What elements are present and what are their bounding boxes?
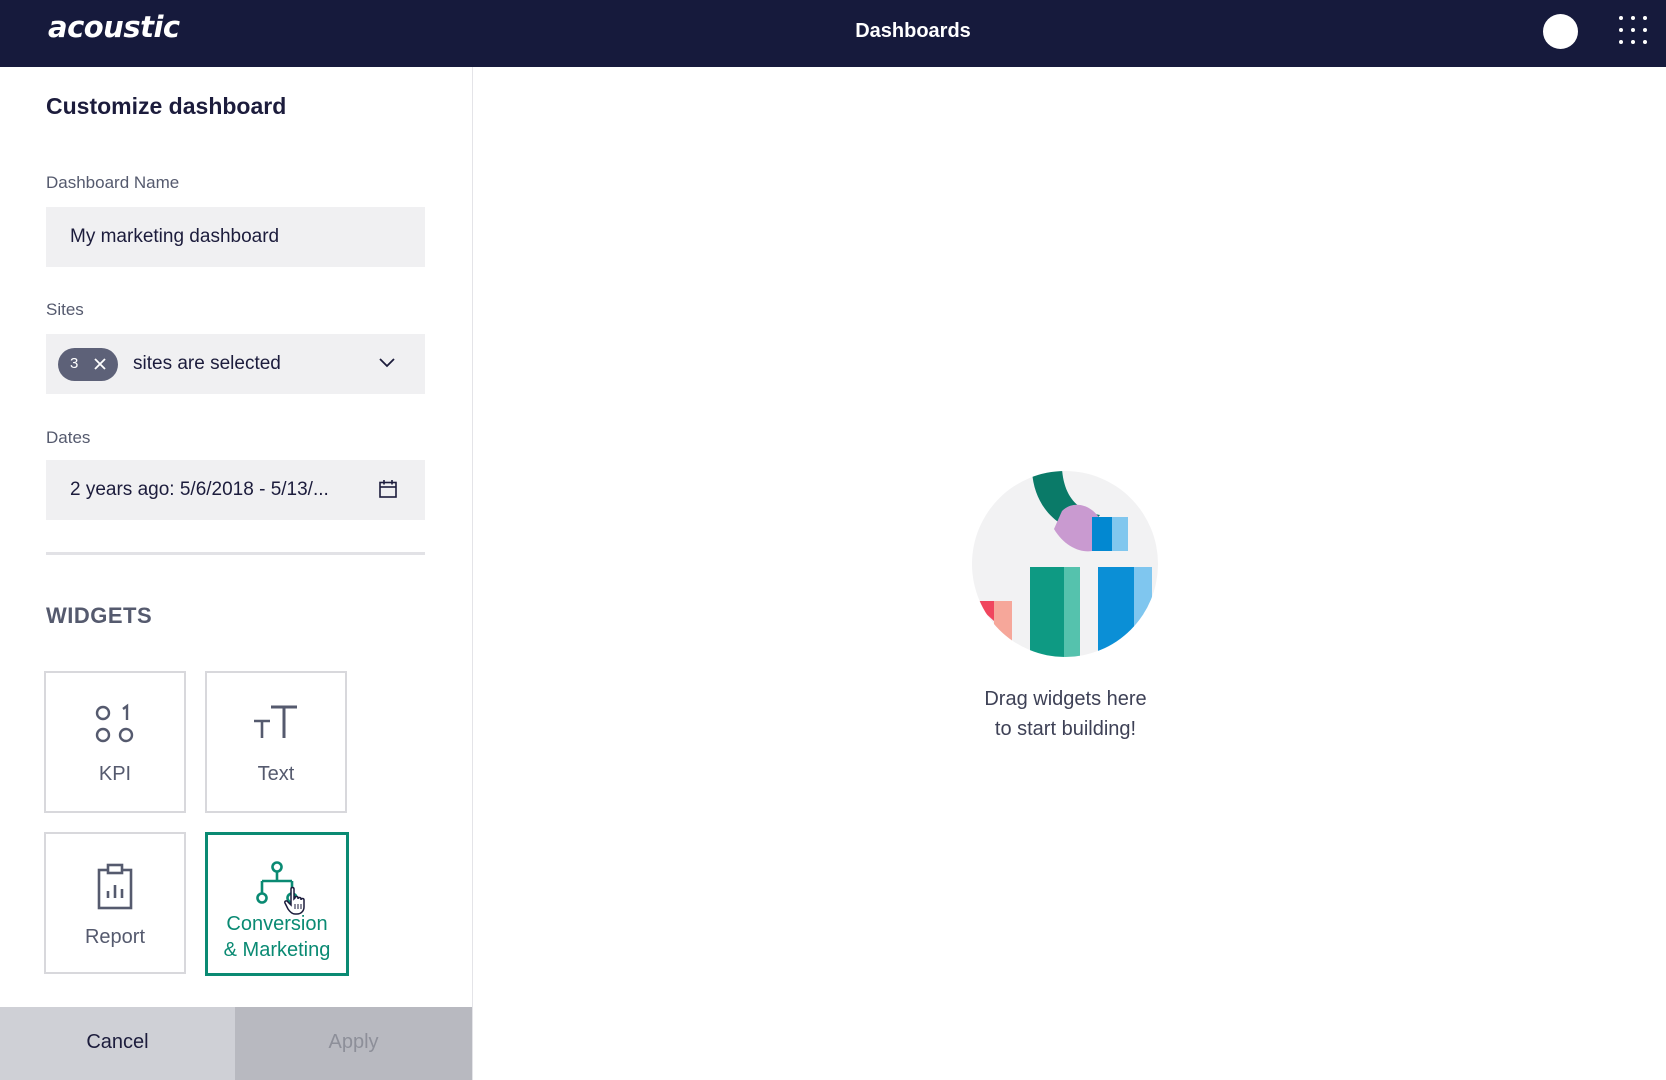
empty-state-line2: to start building! — [994, 718, 1137, 740]
cancel-button-label: Cancel — [86, 1031, 149, 1053]
kpi-icon — [95, 703, 134, 743]
text-size-icon — [254, 705, 297, 738]
chevron-down-icon[interactable] — [378, 356, 396, 370]
apply-button-label: Apply — [328, 1031, 379, 1053]
top-bar: acoustic Dashboards — [0, 0, 1666, 67]
dates-value: 2 years ago: 5/6/2018 - 5/13/... — [70, 479, 329, 500]
empty-dashboard-illustration — [972, 471, 1158, 657]
panel-title: Customize dashboard — [46, 93, 287, 119]
sites-count: 3 — [70, 355, 79, 372]
sites-select[interactable]: 3 sites are selected — [46, 334, 425, 394]
customize-panel: Customize dashboard Dashboard Name My ma… — [0, 67, 473, 1080]
page-title: Dashboards — [855, 20, 971, 42]
widget-kpi-label: KPI — [98, 763, 132, 785]
clear-sites-icon[interactable] — [92, 356, 108, 372]
empty-state-line1: Drag widgets here — [984, 688, 1147, 710]
dashboard-name-field[interactable]: My marketing dashboard — [46, 207, 425, 267]
empty-state-message: Drag widgets here to start building! — [913, 684, 1218, 744]
sites-count-chip: 3 — [58, 348, 118, 381]
widget-conversion-marketing[interactable]: Conversion & Marketing — [205, 832, 349, 976]
widget-kpi[interactable]: KPI — [44, 671, 186, 813]
widget-conversion-label-line2: & Marketing — [223, 939, 331, 961]
dashboard-canvas[interactable]: Drag widgets here to start building! — [473, 67, 1666, 1080]
apply-button[interactable]: Apply — [235, 1007, 472, 1080]
hand-pointer-cursor-icon — [284, 886, 305, 915]
dashboard-name-label: Dashboard Name — [46, 173, 180, 192]
widget-conversion-label-line1: Conversion — [226, 913, 328, 935]
calendar-icon[interactable] — [378, 479, 398, 499]
apps-grid-icon[interactable] — [1619, 16, 1647, 44]
dates-field[interactable]: 2 years ago: 5/6/2018 - 5/13/... — [46, 460, 425, 520]
dates-label: Dates — [46, 428, 91, 447]
widget-report[interactable]: Report — [44, 832, 186, 974]
cancel-button[interactable]: Cancel — [0, 1007, 235, 1080]
sites-label: Sites — [46, 300, 84, 319]
sites-value: sites are selected — [133, 353, 281, 374]
widgets-heading: WIDGETS — [46, 603, 153, 628]
widget-text-label: Text — [257, 763, 295, 785]
user-avatar[interactable] — [1543, 14, 1578, 49]
report-clipboard-icon — [97, 863, 133, 910]
widget-text[interactable]: Text — [205, 671, 347, 813]
widget-report-label: Report — [84, 926, 146, 948]
section-divider — [46, 552, 425, 555]
dashboard-name-value: My marketing dashboard — [70, 226, 280, 247]
